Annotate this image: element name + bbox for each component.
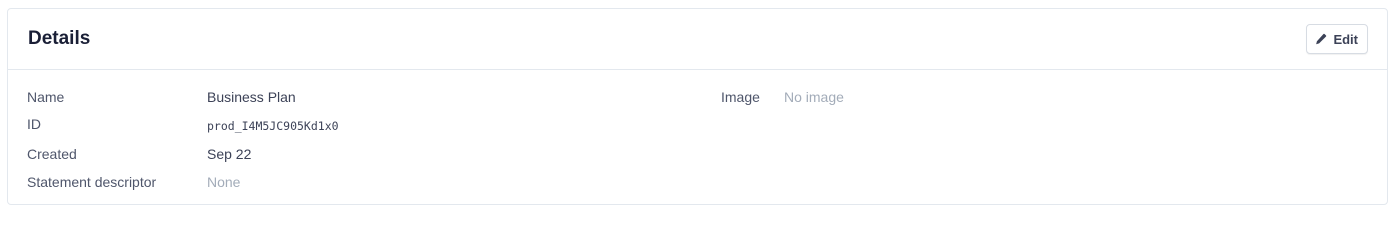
statement-descriptor-label: Statement descriptor bbox=[27, 174, 157, 190]
statement-descriptor-value: None bbox=[207, 174, 241, 190]
id-value[interactable]: prod_I4M5JC905Kd1x0 bbox=[207, 117, 339, 135]
created-value: Sep 22 bbox=[207, 146, 252, 162]
edit-button[interactable]: Edit bbox=[1306, 24, 1368, 54]
card-header: Details Edit bbox=[8, 9, 1387, 70]
edit-button-label: Edit bbox=[1333, 31, 1358, 47]
id-label: ID bbox=[27, 116, 41, 132]
created-label: Created bbox=[27, 146, 77, 162]
details-card: Details Edit Name Business Plan ID prod_… bbox=[7, 8, 1388, 205]
image-value: No image bbox=[784, 89, 844, 105]
name-label: Name bbox=[27, 89, 65, 105]
image-label: Image bbox=[721, 89, 760, 105]
name-value: Business Plan bbox=[207, 89, 296, 105]
details-body: Name Business Plan ID prod_I4M5JC905Kd1x… bbox=[8, 70, 1387, 206]
card-title: Details bbox=[28, 28, 91, 49]
pencil-icon bbox=[1315, 33, 1327, 45]
